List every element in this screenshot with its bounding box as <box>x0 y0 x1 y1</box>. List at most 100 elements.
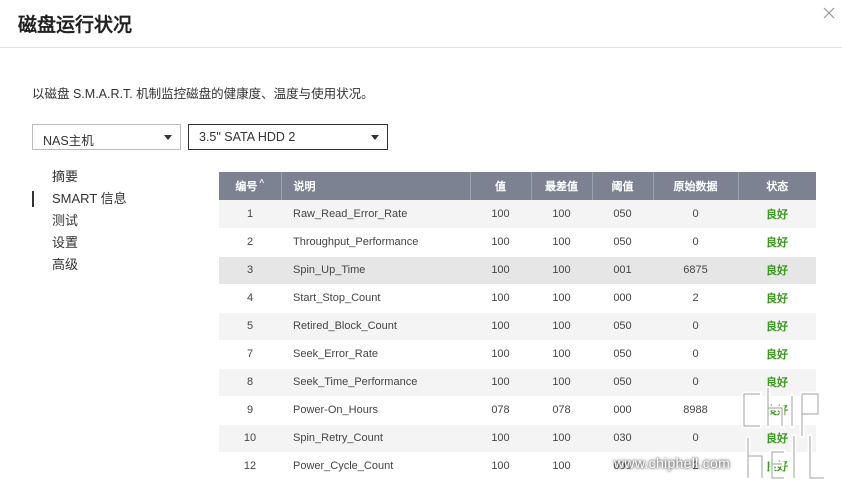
cell-status: 良好 <box>738 340 816 369</box>
table-header-row: 编号 ^ 说明 值 最差值 阈值 原始数据 状态 <box>219 172 816 200</box>
cell-status: 良好 <box>738 256 816 285</box>
cell-threshold: 050 <box>592 340 653 369</box>
cell-worst: 100 <box>531 200 592 229</box>
watermark-text: www.chiphell.com <box>614 455 731 471</box>
cell-value: 100 <box>470 340 531 369</box>
cell-id: 12 <box>219 452 281 481</box>
side-nav: 摘要 SMART 信息 测试 设置 高级 <box>32 166 182 276</box>
cell-desc: Start_Stop_Count <box>281 284 470 313</box>
cell-raw: 0 <box>653 312 738 341</box>
nav-item-advanced[interactable]: 高级 <box>32 254 182 276</box>
sort-asc-icon: ^ <box>259 178 265 187</box>
table-row[interactable]: 7 Seek_Error_Rate 100 100 050 0 良好 <box>219 340 816 369</box>
close-icon[interactable] <box>822 6 836 20</box>
table-row[interactable]: 4 Start_Stop_Count 100 100 000 2 良好 <box>219 284 816 313</box>
cell-raw: 0 <box>653 228 738 257</box>
dialog-description: 以磁盘 S.M.A.R.T. 机制监控磁盘的健康度、温度与使用状况。 <box>32 87 374 101</box>
chiphell-logo-icon <box>741 386 827 481</box>
cell-value: 100 <box>470 284 531 313</box>
cell-worst: 100 <box>531 312 592 341</box>
cell-raw: 0 <box>653 424 738 453</box>
table-row[interactable]: 3 Spin_Up_Time 100 100 001 6875 良好 <box>219 256 816 285</box>
cell-worst: 078 <box>531 396 592 425</box>
cell-raw: 0 <box>653 340 738 369</box>
table-row[interactable]: 2 Throughput_Performance 100 100 050 0 良好 <box>219 228 816 257</box>
dialog-title: 磁盘运行状况 <box>18 15 133 36</box>
cell-desc: Power-On_Hours <box>281 396 470 425</box>
table-body: 1 Raw_Read_Error_Rate 100 100 050 0 良好 2 Through… <box>219 200 816 481</box>
cell-id: 10 <box>219 424 281 453</box>
chevron-down-icon <box>371 135 379 140</box>
column-header-status[interactable]: 状态 <box>738 172 816 200</box>
cell-value: 100 <box>470 256 531 285</box>
cell-desc: Spin_Up_Time <box>281 256 470 285</box>
cell-threshold: 050 <box>592 228 653 257</box>
cell-worst: 100 <box>531 340 592 369</box>
cell-threshold: 000 <box>592 284 653 313</box>
column-header-id[interactable]: 编号 ^ <box>219 172 282 200</box>
chevron-down-icon <box>164 135 172 140</box>
disk-select[interactable]: 3.5" SATA HDD 2 <box>188 124 388 150</box>
table-row[interactable]: 9 Power-On_Hours 078 078 000 8988 良好 <box>219 396 816 425</box>
cell-status: 良好 <box>738 228 816 257</box>
table-row[interactable]: 1 Raw_Read_Error_Rate 100 100 050 0 良好 <box>219 200 816 229</box>
cell-raw: 0 <box>653 200 738 229</box>
cell-threshold: 000 <box>592 396 653 425</box>
column-header-worst[interactable]: 最差值 <box>531 172 593 200</box>
smart-dialog: 磁盘运行状况 以磁盘 S.M.A.R.T. 机制监控磁盘的健康度、温度与使用状况… <box>0 0 842 499</box>
cell-id: 4 <box>219 284 281 313</box>
cell-id: 8 <box>219 368 281 397</box>
column-header-threshold[interactable]: 阈值 <box>592 172 654 200</box>
nav-item-settings[interactable]: 设置 <box>32 232 182 254</box>
cell-raw: 6875 <box>653 256 738 285</box>
cell-value: 100 <box>470 228 531 257</box>
cell-raw: 8988 <box>653 396 738 425</box>
cell-threshold: 050 <box>592 200 653 229</box>
cell-value: 078 <box>470 396 531 425</box>
cell-desc: Retired_Block_Count <box>281 312 470 341</box>
column-header-id-label: 编号 <box>235 181 258 193</box>
cell-id: 2 <box>219 228 281 257</box>
cell-id: 3 <box>219 256 281 285</box>
cell-threshold: 030 <box>592 424 653 453</box>
host-select[interactable]: NAS主机 <box>32 124 181 150</box>
smart-table: 编号 ^ 说明 值 最差值 阈值 原始数据 状态 1 Raw_Read_Error_… <box>219 172 816 481</box>
cell-value: 100 <box>470 368 531 397</box>
cell-value: 100 <box>470 200 531 229</box>
cell-value: 100 <box>470 424 531 453</box>
cell-desc: Raw_Read_Error_Rate <box>281 200 470 229</box>
cell-desc: Seek_Error_Rate <box>281 340 470 369</box>
cell-desc: Power_Cycle_Count <box>281 452 470 481</box>
cell-value: 100 <box>470 452 531 481</box>
nav-item-smart-info[interactable]: SMART 信息 <box>32 188 182 210</box>
cell-worst: 100 <box>531 284 592 313</box>
cell-id: 9 <box>219 396 281 425</box>
cell-raw: 2 <box>653 284 738 313</box>
cell-id: 5 <box>219 312 281 341</box>
disk-select-value: 3.5" SATA HDD 2 <box>199 130 296 144</box>
cell-id: 1 <box>219 200 281 229</box>
table-row[interactable]: 5 Retired_Block_Count 100 100 050 0 良好 <box>219 312 816 341</box>
cell-status: 良好 <box>738 312 816 341</box>
cell-worst: 100 <box>531 424 592 453</box>
nav-item-test[interactable]: 测试 <box>32 210 182 232</box>
cell-threshold: 050 <box>592 312 653 341</box>
table-row[interactable]: 10 Spin_Retry_Count 100 100 030 0 良好 <box>219 424 816 453</box>
column-header-raw[interactable]: 原始数据 <box>653 172 739 200</box>
table-row[interactable]: 8 Seek_Time_Performance 100 100 050 0 良好 <box>219 368 816 397</box>
title-bar: 磁盘运行状况 <box>0 0 842 48</box>
cell-desc: Throughput_Performance <box>281 228 470 257</box>
nav-item-summary[interactable]: 摘要 <box>32 166 182 188</box>
cell-status: 良好 <box>738 200 816 229</box>
cell-worst: 100 <box>531 228 592 257</box>
cell-threshold: 001 <box>592 256 653 285</box>
cell-value: 100 <box>470 312 531 341</box>
cell-worst: 100 <box>531 368 592 397</box>
column-header-value[interactable]: 值 <box>470 172 532 200</box>
cell-raw: 0 <box>653 368 738 397</box>
cell-worst: 100 <box>531 256 592 285</box>
cell-desc: Seek_Time_Performance <box>281 368 470 397</box>
column-header-desc[interactable]: 说明 <box>281 172 471 200</box>
cell-threshold: 050 <box>592 368 653 397</box>
host-select-value: NAS主机 <box>43 134 94 148</box>
